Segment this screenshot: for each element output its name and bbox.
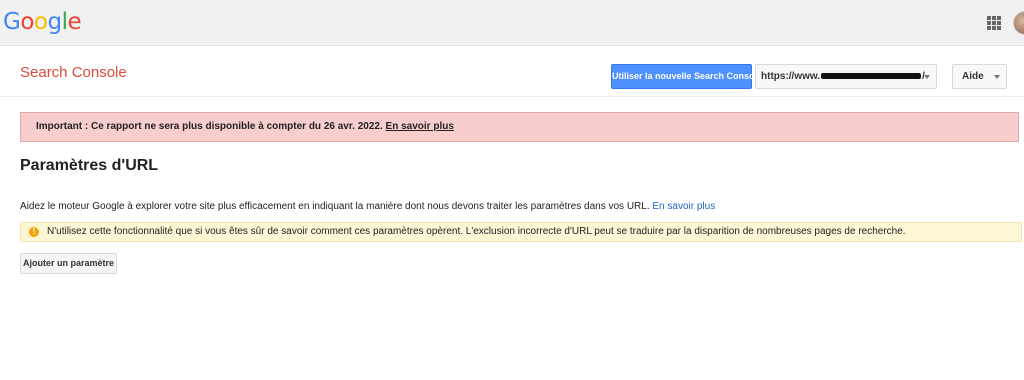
user-avatar[interactable] (1013, 11, 1024, 35)
warning-message: ! N'utilisez cette fonctionnalité que si… (20, 222, 1022, 242)
chevron-down-icon (994, 75, 1000, 79)
chevron-down-icon (924, 75, 930, 79)
help-dropdown-button[interactable]: Aide (952, 64, 1007, 89)
page-description: Aidez le moteur Google à explorer votre … (20, 201, 715, 212)
new-search-console-button[interactable]: Utiliser la nouvelle Search Console (611, 64, 762, 89)
logo-letter-g2: g (47, 9, 62, 35)
deprecation-banner: Important : Ce rapport ne sera plus disp… (20, 112, 1019, 142)
product-title[interactable]: Search Console (20, 64, 127, 81)
site-url-prefix: https://www. (761, 71, 821, 82)
logo-letter-o1: o (20, 9, 34, 35)
logo-letter-g: G (3, 9, 21, 35)
logo-letter-e: e (67, 9, 82, 35)
warning-icon: ! (29, 227, 39, 237)
site-selector-dropdown[interactable]: https://www. / (755, 64, 937, 89)
google-logo[interactable]: Google (3, 9, 82, 35)
logo-letter-o2: o (33, 9, 48, 35)
help-label: Aide (962, 71, 984, 82)
banner-text: Important : Ce rapport ne sera plus disp… (36, 121, 383, 132)
description-learn-more-link[interactable]: En savoir plus (652, 201, 715, 212)
google-top-bar: Google (0, 0, 1024, 46)
warning-text: N'utilisez cette fonctionnalité que si v… (47, 226, 906, 237)
add-parameter-button[interactable]: Ajouter un paramètre (20, 253, 117, 274)
apps-grid-icon[interactable] (987, 16, 1001, 30)
banner-learn-more-link[interactable]: En savoir plus (386, 121, 454, 132)
page-title: Paramètres d'URL (20, 157, 159, 174)
description-text: Aidez le moteur Google à explorer votre … (20, 201, 650, 212)
redacted-domain (821, 73, 922, 80)
search-console-toolbar: Search Console Utiliser la nouvelle Sear… (0, 47, 1024, 97)
